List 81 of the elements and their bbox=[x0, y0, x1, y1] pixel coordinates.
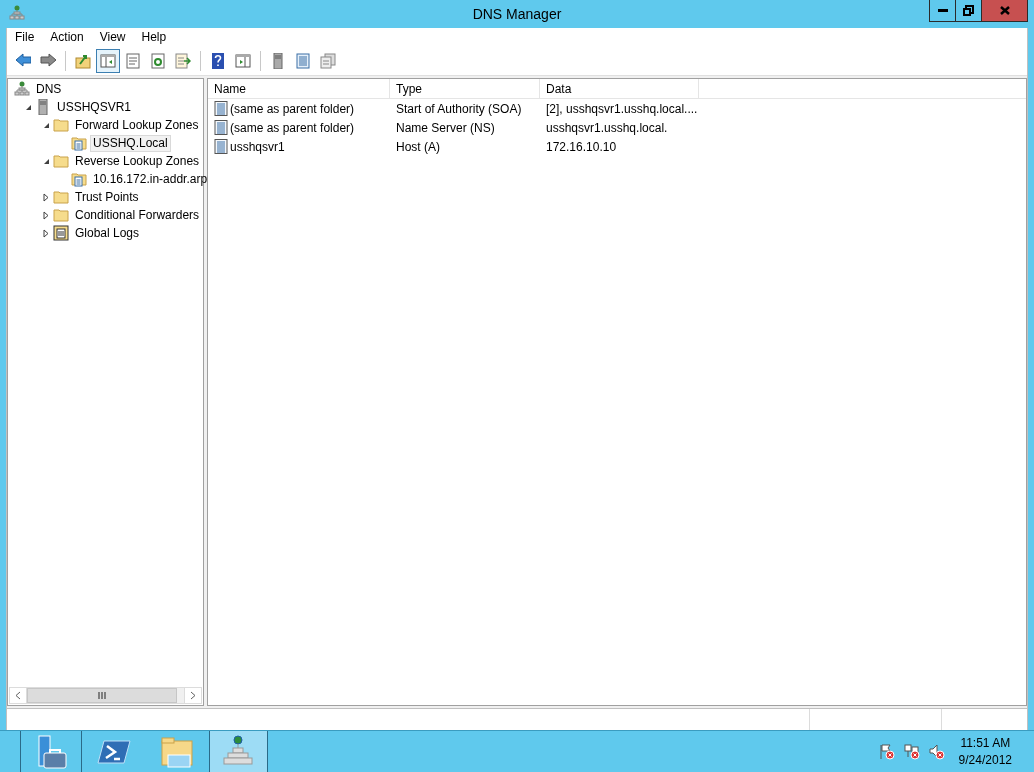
toolbar-button[interactable] bbox=[96, 48, 120, 73]
close-icon bbox=[999, 6, 1010, 15]
menu-item[interactable]: File bbox=[7, 28, 43, 46]
tree-item[interactable]: USSHQSVR1 bbox=[54, 98, 135, 116]
speaker-icon[interactable] bbox=[927, 743, 945, 760]
record-row[interactable]: (same as parent folder) Name Server (NS) usshqsvr1.usshq.local. bbox=[208, 118, 1026, 137]
record-icon bbox=[214, 120, 228, 135]
clock-date: 9/24/2012 bbox=[958, 751, 1012, 769]
table-cell-text: Host (A) bbox=[395, 138, 441, 156]
tree-item[interactable]: Global Logs bbox=[72, 224, 143, 242]
table-cell-text: Name Server (NS) bbox=[395, 119, 496, 137]
menu-item[interactable]: Action bbox=[42, 28, 92, 46]
list-icon bbox=[295, 52, 311, 69]
tree-item[interactable]: Forward Lookup Zones bbox=[72, 116, 202, 134]
column-header[interactable]: Data bbox=[540, 79, 699, 99]
left-chevron-icon bbox=[15, 691, 21, 700]
tree-item[interactable]: DNS bbox=[33, 80, 65, 98]
folder-icon bbox=[159, 734, 195, 769]
clock-time: 11:51 AM bbox=[960, 734, 1011, 752]
export-list-icon bbox=[175, 52, 191, 69]
scrollbar-thumb[interactable] bbox=[27, 688, 177, 703]
log-icon bbox=[53, 225, 69, 241]
table-cell-text: [2], usshqsvr1.usshq.local.... bbox=[545, 100, 699, 118]
grip-icon bbox=[98, 692, 106, 699]
record-icon bbox=[214, 101, 228, 116]
zone-file-icon bbox=[71, 135, 87, 151]
record-row[interactable]: usshqsvr1 Host (A) 172.16.10.10 bbox=[208, 137, 1026, 156]
table-cell-text: Start of Authority (SOA) bbox=[395, 100, 523, 118]
folder-icon bbox=[53, 153, 69, 169]
record-row[interactable]: (same as parent folder) Start of Authority (SOA) [2], usshqsvr1.usshq.local.... bbox=[208, 99, 1026, 118]
pane-toggle-icon bbox=[100, 52, 116, 69]
table-cell-text: (same as parent folder) bbox=[230, 119, 355, 137]
minimize-button[interactable] bbox=[929, 0, 956, 22]
refresh-icon bbox=[150, 52, 166, 69]
collapsed-arrow-icon[interactable] bbox=[43, 192, 49, 202]
menu-item[interactable]: Help bbox=[133, 28, 175, 46]
expanded-arrow-icon[interactable] bbox=[42, 121, 50, 129]
zone-file-icon bbox=[71, 171, 87, 187]
collapsed-arrow-icon[interactable] bbox=[43, 210, 49, 220]
tree-item[interactable]: Reverse Lookup Zones bbox=[72, 152, 203, 170]
restore-icon bbox=[963, 5, 974, 16]
flag-icon[interactable] bbox=[877, 743, 895, 760]
app-icon bbox=[9, 5, 25, 20]
server-icon bbox=[270, 52, 286, 69]
collapsed-arrow-icon[interactable] bbox=[43, 228, 49, 238]
tree-item[interactable]: 10.16.172.in-addr.arp bbox=[90, 170, 211, 188]
scroll-right-button[interactable] bbox=[184, 688, 201, 703]
network-icon bbox=[14, 81, 30, 97]
right-chevron-icon bbox=[190, 691, 196, 700]
tree-item[interactable]: Trust Points bbox=[72, 188, 142, 206]
table-cell-text: (same as parent folder) bbox=[230, 100, 355, 118]
action-pane-icon bbox=[235, 52, 251, 69]
taskbar-button[interactable] bbox=[20, 731, 82, 772]
folder-icon bbox=[53, 207, 69, 223]
server-icon bbox=[35, 99, 51, 115]
folder-icon bbox=[53, 189, 69, 205]
window-title: DNS Manager bbox=[471, 5, 563, 24]
forward-arrow-icon bbox=[40, 52, 56, 69]
properties-icon bbox=[125, 52, 141, 69]
table-cell-text: usshqsvr1 bbox=[230, 138, 285, 156]
expanded-arrow-icon[interactable] bbox=[42, 157, 50, 165]
menu-item[interactable]: View bbox=[91, 28, 134, 46]
scroll-left-button[interactable] bbox=[10, 688, 27, 703]
expanded-arrow-icon[interactable] bbox=[24, 103, 32, 111]
tree-item[interactable]: USSHQ.Local bbox=[90, 134, 171, 152]
column-header[interactable]: Type bbox=[390, 79, 540, 99]
close-button[interactable] bbox=[982, 0, 1028, 22]
minimize-icon bbox=[937, 9, 948, 12]
table-cell-text: 172.16.10.10 bbox=[545, 138, 618, 156]
table-cell-text: usshqsvr1.usshq.local. bbox=[545, 119, 669, 137]
column-header[interactable]: Name bbox=[208, 79, 390, 99]
taskbar-button[interactable] bbox=[209, 731, 268, 772]
copy-icon bbox=[320, 52, 336, 69]
folder-icon bbox=[53, 117, 69, 133]
record-icon bbox=[214, 139, 228, 154]
back-arrow-icon bbox=[15, 52, 31, 69]
network-icon[interactable] bbox=[902, 743, 920, 760]
folder-arrow-icon bbox=[75, 52, 91, 69]
clock[interactable]: 11:51 AM 9/24/2012 bbox=[958, 731, 1012, 772]
help-icon bbox=[210, 52, 226, 69]
tree-item[interactable]: Conditional Forwarders bbox=[72, 206, 203, 224]
